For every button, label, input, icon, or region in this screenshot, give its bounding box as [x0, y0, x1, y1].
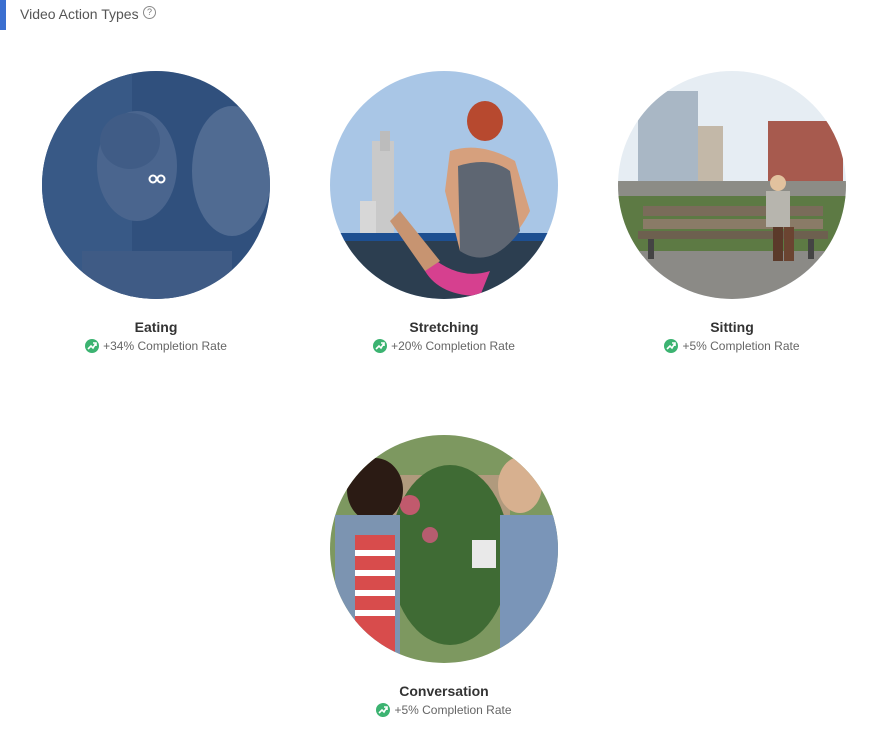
- trend-up-icon: [664, 339, 679, 353]
- sitting-thumbnail[interactable]: [618, 71, 846, 299]
- completion-rate: +20% Completion Rate: [324, 339, 564, 353]
- action-card-stretching[interactable]: Stretching +20% Completion Rate: [324, 71, 564, 353]
- trend-up-icon: [376, 703, 391, 717]
- completion-rate: +5% Completion Rate: [324, 703, 564, 717]
- completion-rate-text: +34% Completion Rate: [103, 339, 227, 353]
- section-header: Video Action Types ?: [0, 0, 888, 30]
- completion-rate-text: +20% Completion Rate: [391, 339, 515, 353]
- trend-up-icon: [85, 339, 100, 353]
- card-label: Sitting: [710, 319, 754, 335]
- card-label: Conversation: [399, 683, 489, 699]
- completion-rate-text: +5% Completion Rate: [394, 703, 512, 717]
- conversation-thumbnail[interactable]: [330, 435, 558, 663]
- action-card-eating[interactable]: Eating +34% Completion Rate: [36, 71, 276, 353]
- stretching-thumbnail[interactable]: [330, 71, 558, 299]
- completion-rate-text: +5% Completion Rate: [682, 339, 800, 353]
- eating-thumbnail[interactable]: [42, 71, 270, 299]
- help-icon[interactable]: ?: [143, 6, 156, 19]
- card-label: Stretching: [409, 319, 479, 335]
- section-title: Video Action Types: [20, 6, 139, 22]
- action-card-conversation[interactable]: Conversation +5% Completion Rate: [324, 435, 564, 717]
- completion-rate: +34% Completion Rate: [36, 339, 276, 353]
- infinity-icon: [148, 173, 166, 185]
- header-accent-bar: [0, 0, 6, 30]
- completion-rate: +5% Completion Rate: [612, 339, 852, 353]
- trend-up-icon: [373, 339, 388, 353]
- card-label: Eating: [134, 319, 178, 335]
- action-card-sitting[interactable]: Sitting +5% Completion Rate: [612, 71, 852, 353]
